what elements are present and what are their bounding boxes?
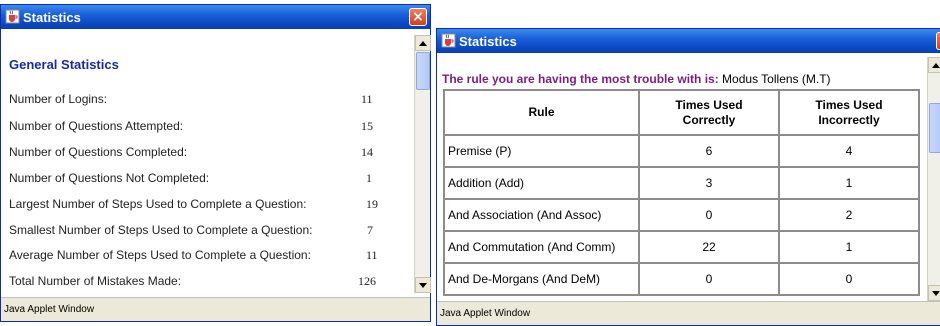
- vertical-scrollbar[interactable]: [927, 57, 940, 301]
- correct-count-cell: 0: [638, 198, 780, 232]
- window-title: Statistics: [23, 9, 81, 25]
- correct-count-cell: 6: [638, 134, 780, 168]
- stat-value: 14: [361, 145, 373, 159]
- stat-label: Number of Questions Completed:: [9, 145, 188, 159]
- stat-label: Number of Questions Not Completed:: [9, 171, 210, 185]
- status-text: Java Applet Window: [4, 304, 95, 315]
- window-title: Statistics: [459, 33, 517, 49]
- stat-value: 1: [366, 171, 372, 185]
- scroll-down-button[interactable]: [415, 277, 431, 293]
- title-bar[interactable]: Statistics ×: [1, 5, 430, 29]
- scroll-thumb[interactable]: [929, 103, 940, 153]
- rule-name-cell: Premise (P): [443, 134, 640, 168]
- table-row: And Association (And Assoc) 0 2: [443, 198, 920, 232]
- most-trouble-rule: Modus Tollens (M.T): [722, 72, 831, 86]
- scroll-down-button[interactable]: [928, 285, 940, 301]
- correct-count-cell: 3: [638, 166, 780, 200]
- stat-value: 19: [366, 197, 378, 211]
- table-row: Addition (Add) 3 1: [443, 166, 920, 200]
- scroll-up-button[interactable]: [928, 57, 940, 73]
- vertical-scrollbar[interactable]: [414, 35, 431, 293]
- arrow-down-icon: [419, 282, 427, 288]
- incorrect-count-cell: 1: [778, 166, 920, 200]
- close-icon: ×: [412, 9, 424, 25]
- table-row: And De-Morgans (And DeM) 0 0: [443, 262, 920, 296]
- column-header-rule: Rule: [443, 89, 640, 136]
- stat-value: 126: [358, 274, 376, 288]
- incorrect-count-cell: 0: [778, 262, 920, 296]
- stat-value: 15: [361, 119, 373, 133]
- table-row: Premise (P) 6 4: [443, 134, 920, 168]
- section-title: General Statistics: [9, 57, 119, 72]
- statistics-window-general: Statistics × General Statistics Number o…: [0, 4, 431, 322]
- most-trouble-label: The rule you are having the most trouble…: [442, 72, 719, 86]
- incorrect-count-cell: 1: [778, 230, 920, 264]
- status-bar: Java Applet Window: [1, 297, 430, 321]
- close-button[interactable]: ×: [409, 8, 427, 26]
- stat-label: Average Number of Steps Used to Complete…: [9, 248, 311, 262]
- incorrect-count-cell: 2: [778, 198, 920, 232]
- title-bar[interactable]: Statistics ×: [437, 29, 940, 53]
- java-cup-icon: [441, 33, 456, 48]
- incorrect-count-cell: 4: [778, 134, 920, 168]
- rule-name-cell: And Association (And Assoc): [443, 198, 640, 232]
- stat-label: Largest Number of Steps Used to Complete…: [9, 197, 307, 211]
- column-header-incorrect: Times Used Incorrectly: [778, 89, 920, 136]
- scroll-up-button[interactable]: [415, 35, 431, 51]
- stat-label: Number of Logins:: [9, 92, 108, 106]
- status-bar: Java Applet Window: [437, 301, 940, 325]
- table-header-row: Rule Times Used Correctly Times Used Incor…: [443, 89, 920, 136]
- arrow-up-icon: [419, 40, 427, 46]
- stat-label: Number of Questions Attempted:: [9, 119, 184, 133]
- rule-name-cell: And Commutation (And Comm): [443, 230, 640, 264]
- rules-table: Rule Times Used Correctly Times Used Incor…: [443, 89, 920, 296]
- rule-name-cell: Addition (Add): [443, 166, 640, 200]
- arrow-down-icon: [932, 290, 940, 296]
- stat-value: 11: [366, 248, 378, 262]
- java-cup-icon: [5, 9, 20, 24]
- close-button[interactable]: ×: [936, 32, 940, 50]
- statistics-window-rules: Statistics × The rule you are having the…: [436, 28, 940, 326]
- scroll-thumb[interactable]: [416, 52, 430, 90]
- correct-count-cell: 22: [638, 230, 780, 264]
- table-row: And Commutation (And Comm) 22 1: [443, 230, 920, 264]
- most-trouble-line: The rule you are having the most trouble…: [442, 72, 831, 86]
- rule-name-cell: And De-Morgans (And DeM): [443, 262, 640, 296]
- stat-label: Total Number of Mistakes Made:: [9, 274, 182, 288]
- stat-value: 11: [361, 92, 373, 106]
- arrow-up-icon: [932, 62, 940, 68]
- status-text: Java Applet Window: [440, 308, 531, 319]
- stat-label: Smallest Number of Steps Used to Complet…: [9, 223, 313, 237]
- correct-count-cell: 0: [638, 262, 780, 296]
- column-header-correct: Times Used Correctly: [638, 89, 780, 136]
- stat-value: 7: [367, 223, 373, 237]
